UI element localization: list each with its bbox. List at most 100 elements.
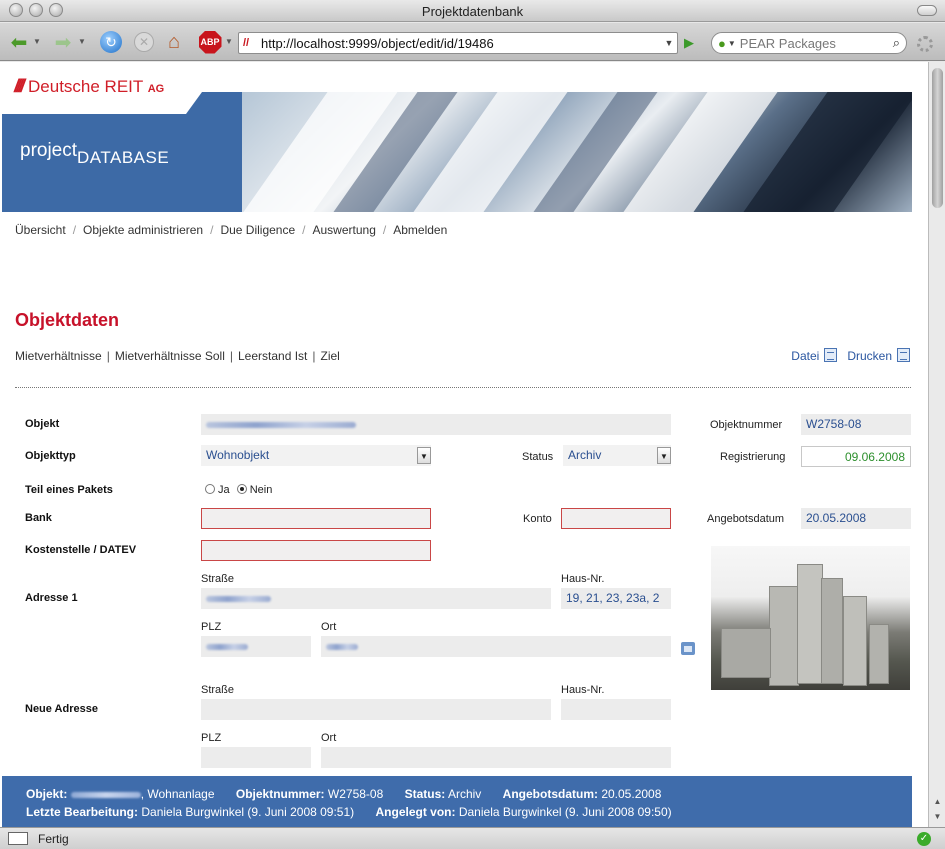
angebotsdatum-field[interactable]: 20.05.2008	[801, 508, 911, 529]
url-text[interactable]: http://localhost:9999/object/edit/id/194…	[261, 36, 661, 51]
logo-company-suffix: AG	[147, 82, 165, 95]
info-row-2: Letzte Bearbeitung: Daniela Burgwinkel (…	[26, 805, 672, 819]
neue-plz-label: PLZ	[201, 732, 222, 744]
status-select[interactable]: Archiv ▼	[563, 445, 671, 466]
neue-ort-input[interactable]	[321, 747, 671, 768]
print-link[interactable]: Drucken	[847, 348, 910, 363]
neue-hausnr-input[interactable]	[561, 699, 671, 720]
loading-spinner-icon	[917, 36, 933, 52]
app-brand-prefix: project	[20, 140, 78, 161]
info-objektnummer: W2758-08	[327, 787, 384, 801]
search-bar[interactable]: ● ▼ PEAR Packages ⌕	[711, 32, 907, 54]
registrierung-label: Registrierung	[720, 451, 786, 463]
neue-plz-input[interactable]	[201, 747, 311, 768]
back-button[interactable]: ⬅	[6, 29, 32, 55]
status-dropdown-icon[interactable]: ▼	[657, 447, 671, 464]
adresse1-hausnr-input[interactable]: 19, 21, 23, 23a, 2	[561, 588, 671, 609]
home-icon: ⌂	[167, 30, 181, 53]
adresse1-label: Adresse 1	[25, 592, 78, 604]
nav-item-uebersicht[interactable]: Übersicht	[15, 223, 66, 237]
nav-item-due-diligence[interactable]: Due Diligence	[220, 223, 295, 237]
map-lookup-icon[interactable]	[681, 642, 695, 655]
subnav-ziel[interactable]: Ziel	[321, 349, 340, 363]
nav-item-auswertung[interactable]: Auswertung	[313, 223, 376, 237]
objekttyp-select[interactable]: Wohnobjekt ▼	[201, 445, 431, 466]
nav-item-objekte-administrieren[interactable]: Objekte administrieren	[83, 223, 203, 237]
status-label: Status	[522, 451, 554, 463]
bank-input[interactable]	[201, 508, 431, 529]
kostenstelle-input[interactable]	[201, 540, 431, 561]
forward-history-dropdown[interactable]: ▼	[78, 37, 86, 46]
scroll-up-arrow-icon[interactable]: ▲	[932, 797, 943, 807]
page-scrollbar[interactable]: ▲ ▼	[928, 62, 945, 827]
konto-label: Konto	[523, 513, 552, 525]
subnav-mietverhaeltnisse[interactable]: Mietverhältnisse	[15, 349, 102, 363]
forward-arrow-icon: ➡	[54, 31, 72, 54]
info-angelegt-von: Daniela Burgwinkel (9. Juni 2008 09:50)	[458, 805, 672, 819]
toolbar-toggle-button[interactable]	[917, 5, 937, 16]
plz-redacted-value	[206, 643, 248, 650]
forward-button[interactable]: ➡	[50, 29, 76, 55]
objektnummer-field[interactable]: W2758-08	[801, 414, 911, 435]
header-photo	[222, 92, 912, 212]
info-objekt-type: , Wohnanlage	[140, 787, 215, 801]
adresse1-strasse-label: Straße	[201, 573, 235, 585]
neue-hausnr-label: Haus-Nr.	[561, 684, 605, 696]
company-logo[interactable]: //// Deutsche REIT AG	[14, 76, 164, 97]
strasse-redacted-value	[206, 595, 271, 602]
konto-input[interactable]	[561, 508, 671, 529]
paket-ja-label[interactable]: Ja	[218, 484, 230, 496]
nav-item-abmelden[interactable]: Abmelden	[393, 223, 447, 237]
status-text: Fertig	[38, 832, 69, 846]
stop-button[interactable]: ✕	[131, 29, 157, 55]
home-button[interactable]: ⌂	[161, 29, 187, 55]
adresse1-plz-input[interactable]	[201, 636, 311, 657]
logo-mark-icon: ////	[14, 76, 25, 96]
scrollbar-thumb[interactable]	[932, 68, 943, 208]
file-link[interactable]: Datei	[791, 348, 838, 363]
paket-nein-radio[interactable]	[236, 484, 247, 494]
neue-ort-label: Ort	[321, 732, 337, 744]
url-bar[interactable]: // http://localhost:9999/object/edit/id/…	[238, 32, 678, 54]
info-objekt-redacted	[70, 791, 141, 798]
info-row-1: Objekt: , Wohnanlage Objektnummer: W2758…	[26, 787, 662, 801]
page-title: Objektdaten	[15, 310, 120, 330]
ort-redacted-value	[326, 643, 358, 650]
adblock-dropdown[interactable]: ▼	[225, 37, 233, 46]
main-nav: Übersicht / Objekte administrieren / Due…	[15, 223, 448, 237]
adresse1-plz-label: PLZ	[201, 621, 222, 633]
adresse1-ort-input[interactable]	[321, 636, 671, 657]
search-engine-icon[interactable]: ●	[718, 36, 726, 51]
search-engine-dropdown[interactable]: ▼	[728, 39, 736, 48]
adblock-button[interactable]: ABP	[197, 29, 223, 55]
paket-ja-radio[interactable]	[205, 484, 215, 494]
info-angebotsdatum: 20.05.2008	[601, 787, 662, 801]
objekttyp-dropdown-icon[interactable]: ▼	[417, 447, 431, 464]
subnav-mietverhaeltnisse-soll[interactable]: Mietverhältnisse Soll	[115, 349, 225, 363]
scroll-down-arrow-icon[interactable]: ▼	[932, 812, 943, 822]
bank-label: Bank	[25, 512, 52, 524]
adresse1-hausnr-label: Haus-Nr.	[561, 573, 605, 585]
app-brand: projectDATABASE	[20, 140, 169, 167]
go-button[interactable]: ▶	[680, 34, 698, 52]
subnav-leerstand-ist[interactable]: Leerstand Ist	[238, 349, 307, 363]
url-history-dropdown[interactable]: ▼	[661, 38, 677, 48]
status-ok-icon: ✓	[917, 832, 931, 846]
header-banner: projectDATABASE	[2, 92, 912, 212]
object-photo[interactable]	[711, 546, 910, 690]
objekt-field[interactable]	[201, 414, 671, 435]
objekt-redacted-value	[206, 421, 356, 428]
search-input[interactable]: PEAR Packages	[740, 36, 893, 51]
page-actions: Datei Drucken	[791, 348, 910, 363]
reload-button[interactable]: ↻	[98, 29, 124, 55]
back-history-dropdown[interactable]: ▼	[33, 37, 41, 46]
page-viewport: projectDATABASE //// Deutsche REIT AG Üb…	[0, 62, 928, 827]
adresse1-strasse-input[interactable]	[201, 588, 551, 609]
info-letzte-bearbeitung: Daniela Burgwinkel (9. Juni 2008 09:51)	[141, 805, 355, 819]
paket-radio-group: Ja Nein	[205, 484, 272, 496]
paket-nein-label[interactable]: Nein	[250, 484, 273, 496]
neue-strasse-input[interactable]	[201, 699, 551, 720]
window-title: Projektdatenbank	[421, 4, 524, 19]
search-icon[interactable]: ⌕	[893, 35, 900, 51]
registrierung-field[interactable]: 09.06.2008	[801, 446, 911, 467]
